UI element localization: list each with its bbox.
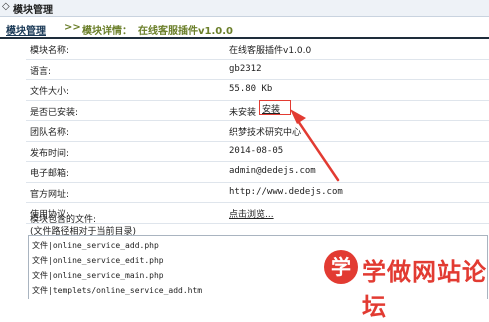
detail-row-website: 官方网址: http://www.dedejs.com <box>26 183 489 203</box>
detail-value: 55.80 Kb <box>229 84 273 94</box>
detail-value: http://www.dedejs.com <box>229 186 343 197</box>
diamond-icon: ◇ <box>2 1 10 12</box>
breadcrumb-separator: >> <box>64 22 81 33</box>
detail-label: 文件大小: <box>30 87 70 97</box>
panel-title: 模块管理 <box>13 5 53 16</box>
detail-value: gb2312 <box>229 63 262 74</box>
detail-row-name: 模块名称: 在线客服插件v1.0.0 <box>26 39 489 60</box>
detail-value: admin@dedejs.com <box>229 166 316 176</box>
license-link[interactable]: 点击浏览... <box>229 207 274 220</box>
detail-label: 是否已安装: <box>30 107 79 118</box>
detail-label: 模块名称: <box>30 46 70 56</box>
install-link[interactable]: 安装 <box>262 102 280 115</box>
breadcrumb: 模块管理 >> 模块详情： 在线客服插件v1.0.0 <box>0 19 489 39</box>
detail-value: 2014-08-05 <box>229 145 284 156</box>
panel-header: ◇ 模块管理 <box>0 0 489 17</box>
watermark-badge: 学 <box>324 250 358 284</box>
breadcrumb-module-management[interactable]: 模块管理 <box>6 22 46 37</box>
file-line: 文件|online_service_edit.php <box>32 256 164 265</box>
detail-label: 语言: <box>30 66 52 77</box>
breadcrumb-detail-label: 模块详情： <box>82 26 132 37</box>
detail-label: 官方网址: <box>30 189 70 200</box>
detail-row-installed: 是否已安装: 未安装 <box>26 101 489 121</box>
detail-value: 在线客服插件v1.0.0 <box>229 46 312 56</box>
install-status: 未安装 <box>229 107 257 118</box>
detail-label: 电子邮箱: <box>30 169 70 179</box>
detail-row-email: 电子邮箱: admin@dedejs.com <box>26 162 489 183</box>
file-line: 文件|online_service_main.php <box>32 271 164 280</box>
detail-row-language: 语言: gb2312 <box>26 60 489 80</box>
detail-row-filesize: 文件大小: 55.80 Kb <box>26 80 489 101</box>
detail-label: 团队名称: <box>30 128 70 138</box>
watermark-text: 学做网站论坛 <box>362 258 487 321</box>
detail-value: 织梦技术研究中心 <box>229 128 302 138</box>
detail-row-date: 发布时间: 2014-08-05 <box>26 142 489 162</box>
detail-row-team: 团队名称: 织梦技术研究中心 <box>26 121 489 142</box>
watermark-logo: 学 学做网站论坛 <box>320 244 489 321</box>
detail-label: 发布时间: <box>30 148 70 159</box>
file-line: 文件|online_service_add.php <box>32 241 159 250</box>
module-details-table: 模块名称: 在线客服插件v1.0.0 语言: gb2312 文件大小: 55.8… <box>26 39 489 224</box>
file-line: 文件|templets/online_service_add.htm <box>32 286 203 295</box>
breadcrumb-module-name: 在线客服插件v1.0.0 <box>138 26 233 37</box>
